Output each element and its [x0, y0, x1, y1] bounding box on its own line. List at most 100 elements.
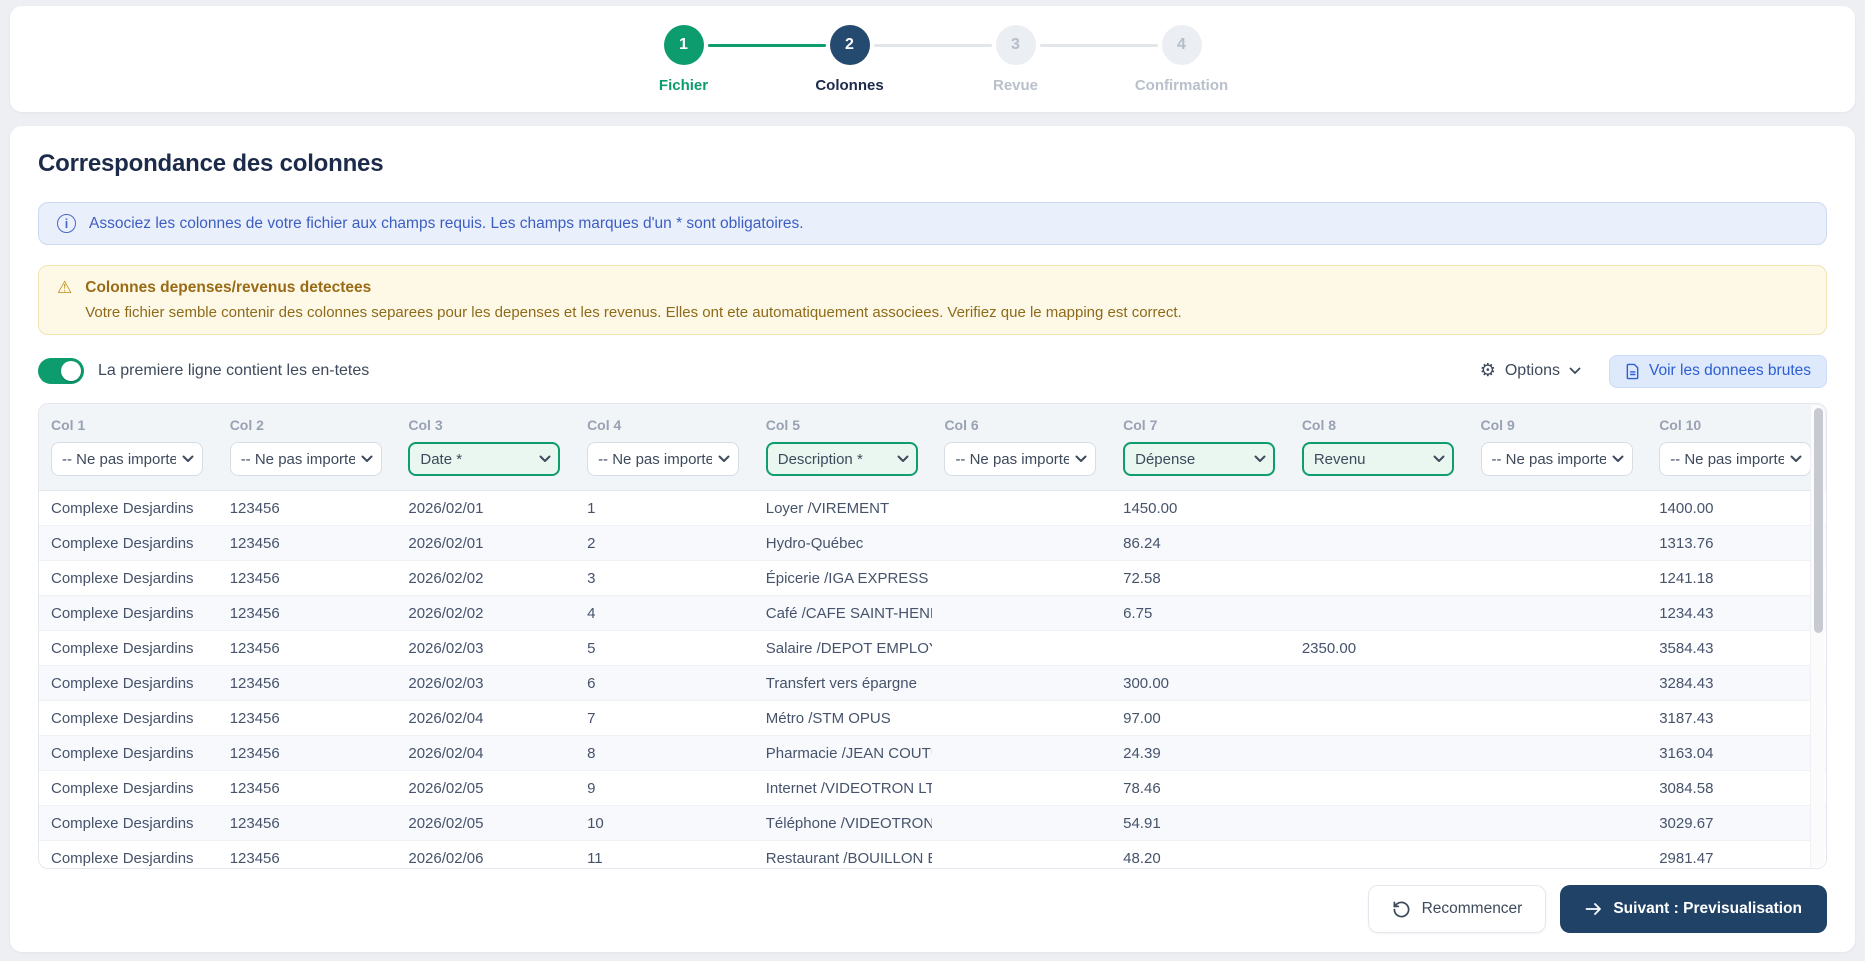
view-raw-data-button[interactable]: Voir les donnees brutes: [1609, 354, 1827, 388]
column-mapping-select[interactable]: Dépense: [1123, 442, 1276, 476]
column-mapping-select-box: -- Ne pas importer --: [51, 442, 203, 476]
column-name: Col 10: [1659, 417, 1702, 433]
column-name: Col 2: [229, 417, 264, 433]
table-cell: [1289, 700, 1469, 736]
table-cell: Complexe Desjardins: [39, 630, 218, 666]
column-mapping-select[interactable]: -- Ne pas importer --: [1659, 442, 1812, 476]
step-connector: [873, 43, 992, 47]
table-cell: [932, 630, 1112, 666]
table-cell: [932, 840, 1112, 868]
table-cell: 24.39: [1111, 735, 1290, 771]
table-cell: 1241.18: [1647, 560, 1826, 596]
column-mapping-select[interactable]: Description *: [765, 442, 918, 476]
table-cell: 72.58: [1111, 560, 1290, 596]
table-cell: 8: [575, 735, 754, 771]
column-name: Col 4: [587, 417, 622, 433]
table-cell: 1234.43: [1647, 595, 1826, 631]
table-cell: Salaire /DEPOT EMPLOYE…: [753, 630, 933, 666]
stepper-step[interactable]: 1 Fichier: [659, 24, 708, 94]
table-cell: 2026/02/04: [396, 735, 576, 771]
first-row-headers-toggle[interactable]: [38, 358, 84, 384]
restart-button[interactable]: Recommencer: [1367, 885, 1547, 933]
table-cell: 123456: [217, 630, 397, 666]
table-cell: 2026/02/03: [396, 665, 576, 701]
column-name: Col 5: [765, 417, 800, 433]
table-cell: [1468, 735, 1648, 771]
table-cell: Loyer /VIREMENT: [765, 499, 890, 517]
column-mapping-select[interactable]: -- Ne pas importer --: [51, 442, 203, 476]
table-cell: [1468, 665, 1648, 701]
table-row: Complexe Desjardins 123456 2026/02/03 5 …: [39, 630, 1826, 666]
table-cell: 5: [575, 630, 754, 666]
table-column-header: Col 8 Revenu: [1289, 404, 1469, 491]
wizard-stepper: 1 Fichier 2 Colonnes 3 Revue 4 Confirmat…: [659, 24, 1228, 94]
table-cell: 2: [575, 525, 754, 561]
next-button[interactable]: Suivant : Previsualisation: [1560, 885, 1827, 933]
column-name: Col 6: [944, 417, 979, 433]
column-mapping-select[interactable]: -- Ne pas importer --: [587, 442, 740, 476]
table-column-header: Col 10 -- Ne pas importer --: [1647, 404, 1826, 491]
table-cell: 123456: [217, 770, 397, 806]
vertical-scrollbar[interactable]: [1810, 405, 1825, 867]
table-column-header: Col 7 Dépense: [1111, 404, 1290, 491]
table-cell: [932, 805, 1112, 841]
table-cell: 123456: [217, 735, 397, 771]
table-cell: 3: [575, 560, 754, 596]
table-cell: [1468, 770, 1648, 806]
table-cell: 1400.00: [1659, 499, 1714, 517]
next-button-label: Suivant : Previsualisation: [1613, 900, 1802, 917]
table-row: Complexe Desjardins 123456 2026/02/05 10…: [39, 805, 1826, 841]
table-cell: [1289, 525, 1469, 561]
table-cell: 3584.43: [1647, 630, 1826, 666]
table-cell: 123456: [217, 700, 397, 736]
table-cell: [1468, 805, 1648, 841]
table-cell: 2026/02/02: [396, 595, 576, 631]
column-mapping-select[interactable]: Date *: [408, 442, 561, 476]
table-cell: [1468, 630, 1648, 666]
table-cell: [1468, 700, 1648, 736]
table-cell: 9: [575, 770, 754, 806]
table-cell: [1468, 525, 1648, 561]
table-cell: [1469, 491, 1648, 526]
table-cell: Épicerie /IGA EXPRESS: [753, 560, 933, 596]
column-mapping-select-box: -- Ne pas importer --: [1659, 442, 1812, 476]
column-name: Col 3: [408, 417, 443, 433]
column-mapping-select[interactable]: -- Ne pas importer --: [1480, 442, 1633, 476]
table-cell: [932, 525, 1112, 561]
table-cell: Complexe Desjardins: [39, 525, 218, 561]
step-label: Colonnes: [815, 76, 884, 94]
table-cell: Complexe Desjardins: [39, 665, 218, 701]
column-mapping-select[interactable]: Revenu: [1301, 442, 1454, 476]
table-cell: Complexe Desjardins: [39, 595, 218, 631]
column-mapping-select[interactable]: -- Ne pas importer --: [944, 442, 1097, 476]
table-cell: [1289, 735, 1469, 771]
table-cell: Pharmacie /JEAN COUTU: [753, 735, 933, 771]
vertical-scrollbar-thumb[interactable]: [1814, 408, 1823, 633]
column-name: Col 7: [1123, 417, 1158, 433]
info-icon: i: [57, 214, 76, 233]
table-row: Complexe Desjardins 123456 2026/02/04 8 …: [39, 735, 1826, 771]
column-mapping-card: Correspondance des colonnes i Associez l…: [10, 126, 1855, 952]
table-cell: 2026/02/03: [396, 630, 576, 666]
info-banner-text: Associez les colonnes de votre fichier a…: [89, 214, 804, 232]
options-button[interactable]: ⚙ Options: [1474, 361, 1587, 381]
warning-title: Colonnes depenses/revenus detectees: [85, 279, 372, 296]
table-cell: 123456: [217, 525, 397, 561]
table-cell: 10: [575, 805, 754, 841]
table-cell: 2026/02/05: [396, 770, 576, 806]
step-label: Confirmation: [1134, 76, 1229, 94]
table-cell: Métro /STM OPUS: [753, 700, 933, 736]
table-cell: 123456: [229, 499, 280, 517]
step-number: 2: [829, 24, 870, 65]
table-column-header: Col 2 -- Ne pas importer --: [217, 404, 397, 491]
controls-right: ⚙ Options Voir les donnees brutes: [1474, 354, 1827, 388]
stepper-step[interactable]: 3 Revue: [992, 24, 1040, 94]
stepper-step[interactable]: 2 Colonnes: [815, 24, 884, 94]
column-mapping-select[interactable]: -- Ne pas importer --: [229, 442, 382, 476]
table-controls-row: La premiere ligne contient les en-tetes …: [38, 354, 1827, 388]
table-cell: 78.46: [1111, 770, 1290, 806]
stepper-step[interactable]: 4 Confirmation: [1135, 24, 1228, 94]
table-cell: 123456: [217, 805, 397, 841]
table-cell: [1289, 840, 1469, 868]
first-row-headers-label: La premiere ligne contient les en-tetes: [98, 362, 370, 379]
